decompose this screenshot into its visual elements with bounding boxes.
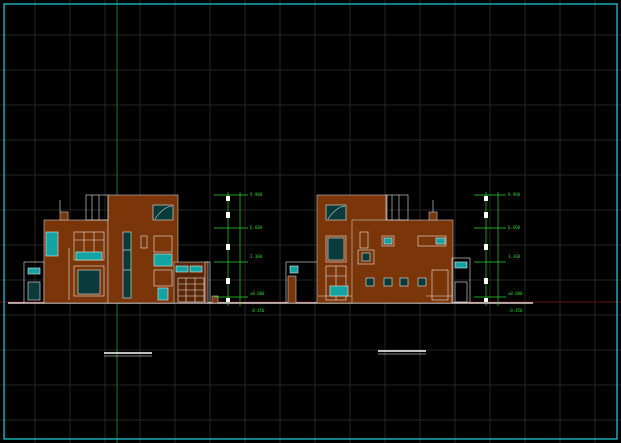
cad-viewport[interactable]: 9.900 6.600 3.300 ±0.000 -0.450 9.900 6.…: [0, 0, 621, 443]
level-label: -0.450: [250, 308, 265, 313]
level-label: 3.300: [508, 254, 521, 259]
level-label: ±0.000: [250, 291, 265, 296]
level-label: 9.900: [250, 192, 263, 197]
right-elevation[interactable]: [285, 194, 471, 304]
left-elevation[interactable]: [23, 194, 219, 304]
level-label: 6.600: [250, 225, 263, 230]
level-label: 6.600: [508, 225, 521, 230]
level-label: -0.450: [508, 308, 523, 313]
level-label: 3.300: [250, 254, 263, 259]
level-label: 9.900: [508, 192, 521, 197]
drawing-canvas[interactable]: 9.900 6.600 3.300 ±0.000 -0.450 9.900 6.…: [0, 0, 621, 443]
right-lower-block: [351, 219, 454, 304]
level-label: ±0.000: [508, 291, 523, 296]
